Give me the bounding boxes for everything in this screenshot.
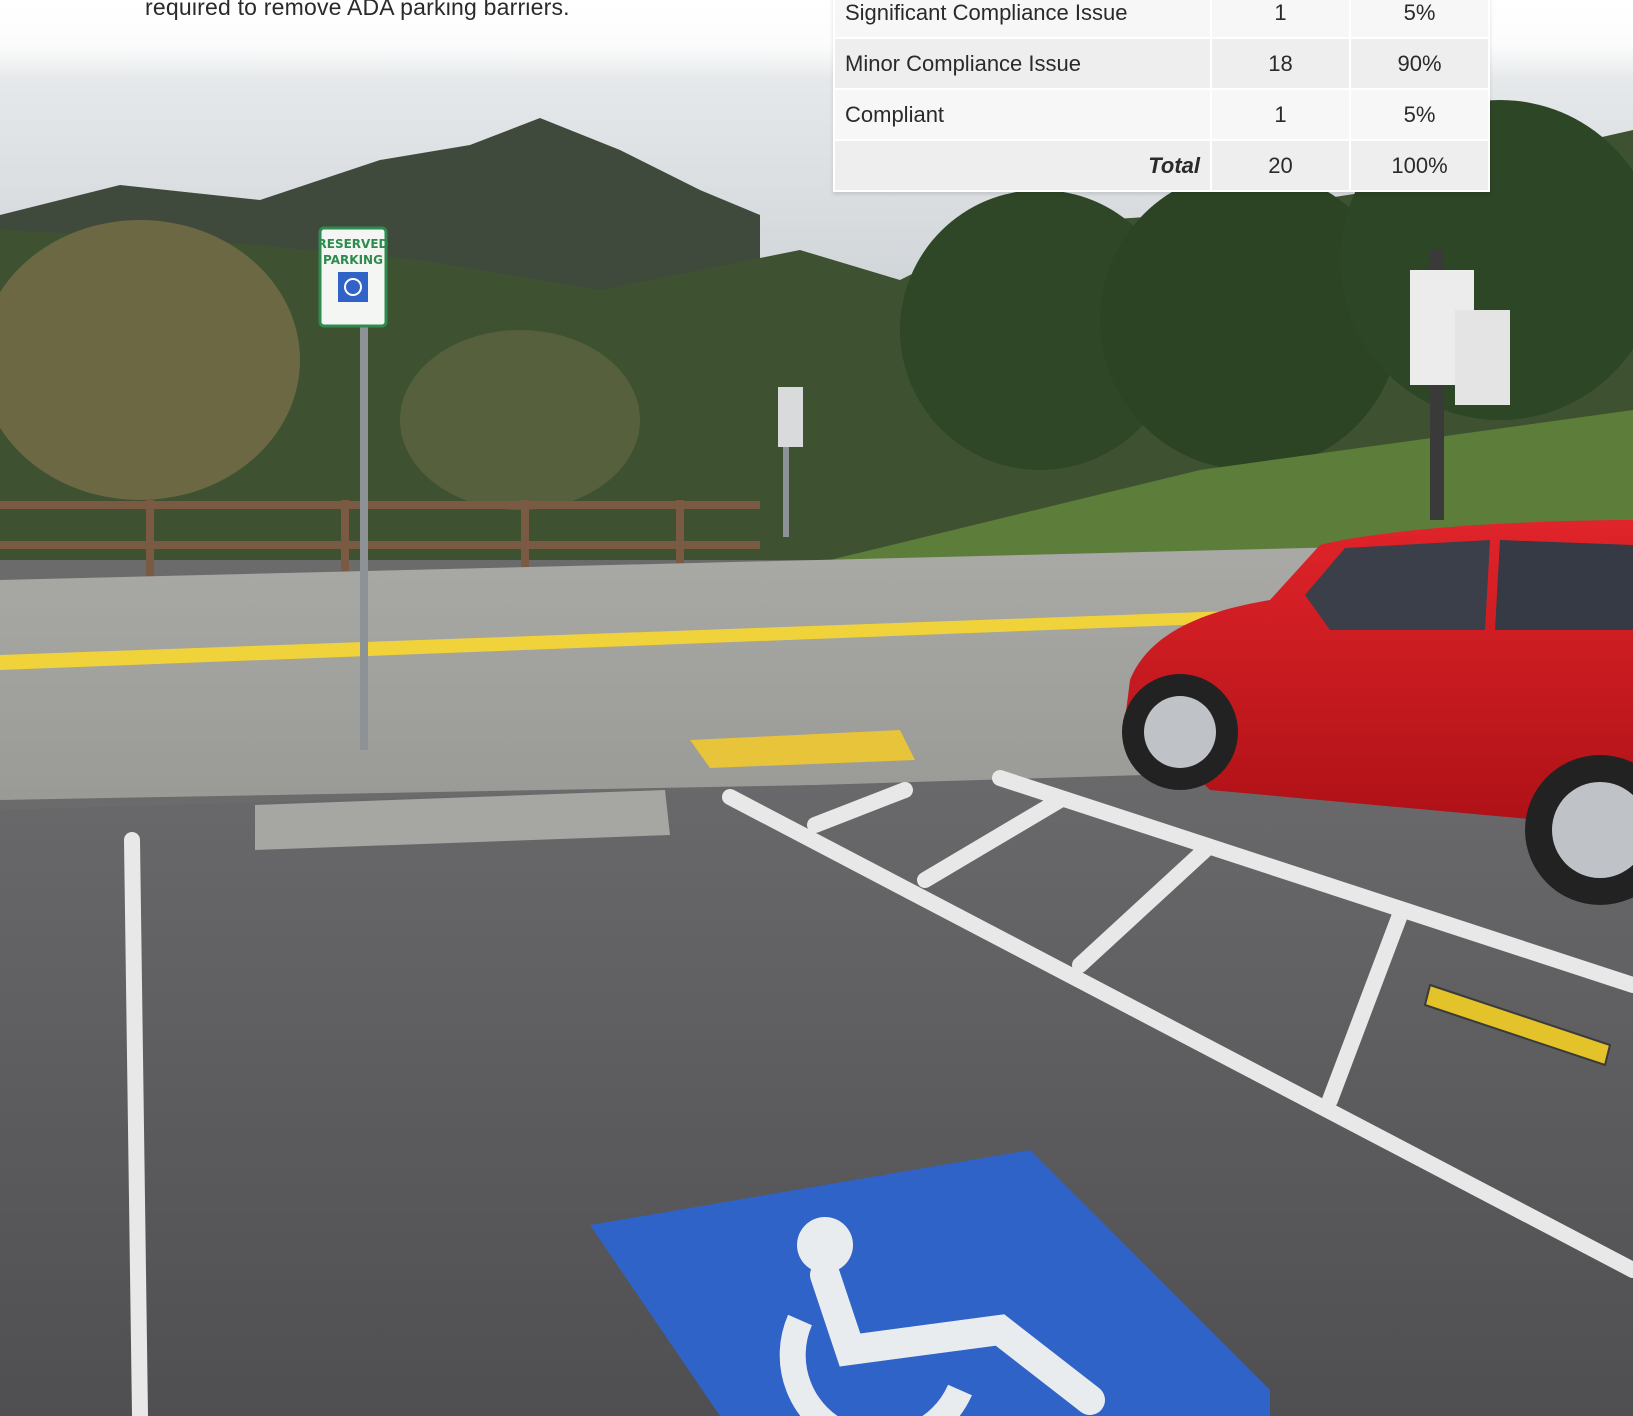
table-row: Compliant 1 5% xyxy=(833,88,1490,141)
total-label: Total xyxy=(833,139,1212,192)
row-label: Significant Compliance Issue xyxy=(833,0,1212,39)
sign-line-2: PARKING xyxy=(323,253,383,267)
table-row: Minor Compliance Issue 18 90% xyxy=(833,37,1490,90)
row-count: 1 xyxy=(1210,0,1351,39)
row-label: Minor Compliance Issue xyxy=(833,37,1212,90)
intro-text: required to remove ADA parking barriers. xyxy=(145,0,570,20)
total-count: 20 xyxy=(1210,139,1351,192)
total-percent: 100% xyxy=(1349,139,1490,192)
table-total-row: Total 20 100% xyxy=(833,139,1490,192)
parking-lot-photo: RESERVED PARKING xyxy=(0,0,1633,1416)
row-count: 1 xyxy=(1210,88,1351,141)
row-count: 18 xyxy=(1210,37,1351,90)
row-percent: 90% xyxy=(1349,37,1490,90)
sign-line-1: RESERVED xyxy=(318,237,389,251)
row-percent: 5% xyxy=(1349,0,1490,39)
compliance-summary-table: Significant Compliance Issue 1 5% Minor … xyxy=(833,0,1490,192)
row-percent: 5% xyxy=(1349,88,1490,141)
row-label: Compliant xyxy=(833,88,1212,141)
table-row: Significant Compliance Issue 1 5% xyxy=(833,0,1490,39)
